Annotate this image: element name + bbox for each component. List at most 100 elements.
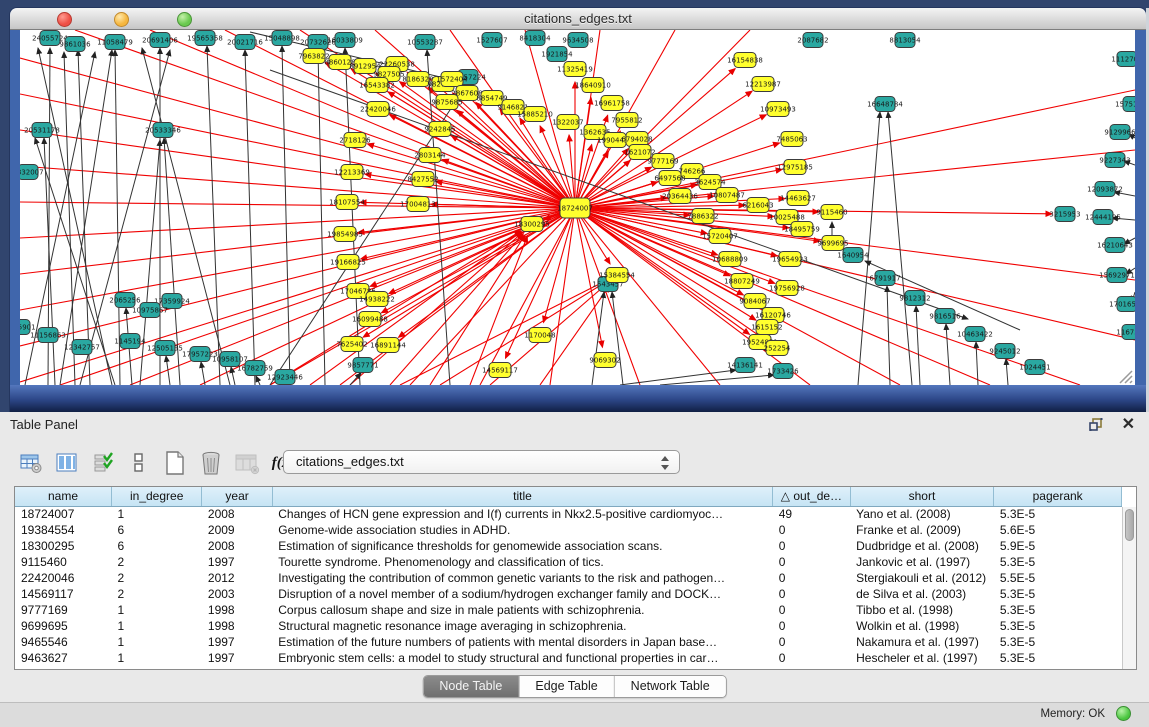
graph-node[interactable]: 11058479 [97,35,133,50]
column-header-title[interactable]: title [272,487,772,506]
graph-node[interactable]: 11325419 [557,62,593,77]
graph-edge[interactable] [115,50,120,385]
graph-edge[interactable] [270,231,521,385]
graph-edge[interactable] [245,50,255,385]
graph-node[interactable]: 8813054 [889,33,921,48]
graph-edge[interactable] [390,115,575,208]
graph-node[interactable]: 17016504 [1109,297,1135,312]
graph-node[interactable]: 1527607 [476,33,507,48]
graph-node[interactable]: 9699695 [817,236,848,251]
graph-edge[interactable] [256,376,260,385]
graph-edge[interactable] [1006,359,1008,385]
table-row[interactable]: 946554611997Estimation of the future num… [15,634,1122,650]
graph-edge[interactable] [480,208,575,385]
table-row[interactable]: 946362711997Embryonic stem cells: a mode… [15,650,1122,666]
graph-node[interactable]: 1167533 [1116,325,1135,340]
graph-node[interactable]: 19565358 [187,31,223,46]
graph-node[interactable]: 14569117 [482,363,518,378]
graph-node[interactable]: 17004813 [400,197,436,212]
graph-node[interactable]: 9242845 [424,122,455,137]
node-table-grid[interactable]: namein_degreeyeartitle△ out_de…shortpage… [15,487,1122,666]
close-panel-icon[interactable]: ✕ [1122,414,1135,434]
memory-status-indicator[interactable] [1116,706,1131,721]
graph-edge[interactable] [270,208,575,385]
graph-edge[interactable] [575,90,1135,208]
graph-node[interactable]: 9245012 [989,344,1020,359]
column-header-in_degree[interactable]: in_degree [111,487,201,506]
graph-node[interactable]: 18107554 [329,195,365,210]
column-header-name[interactable]: name [15,487,111,506]
graph-node[interactable]: 7955812 [611,113,642,128]
graph-node[interactable]: 9875685 [431,95,462,110]
tab-node-table[interactable]: Node Table [423,676,519,697]
graph-node[interactable]: 18724007 [557,198,593,218]
graph-edge[interactable] [946,324,950,385]
graph-node[interactable]: 7886322 [687,209,718,224]
graph-edge[interactable] [20,208,575,346]
graph-node[interactable]: 2718126 [339,133,371,148]
graph-edge[interactable] [887,286,890,385]
graph-node[interactable]: 1921854 [541,47,573,62]
graph-node[interactable]: 12093872 [1087,182,1123,197]
table-row[interactable]: 977716911998Corpus callosum shape and si… [15,602,1122,618]
table-row[interactable]: 969969511998Structural magnetic resonanc… [15,618,1122,634]
column-header-pagerank[interactable]: pagerank [994,487,1122,506]
create-table-icon[interactable] [162,450,188,476]
table-row[interactable]: 1456911722003Disruption of a novel membe… [15,586,1122,602]
graph-node[interactable]: 10688809 [712,252,748,267]
graph-node[interactable]: 20691406 [142,33,178,48]
graph-node[interactable]: 7625402 [336,337,367,352]
graph-node[interactable]: 12342757 [64,340,100,355]
delete-table-icon[interactable] [198,450,224,476]
graph-node[interactable]: 1615152 [751,320,782,335]
show-columns-icon[interactable] [54,450,80,476]
graph-node[interactable]: 8418304 [519,31,551,46]
graph-node[interactable]: 12444195 [1085,210,1121,225]
graph-node[interactable]: 1112704 [1111,52,1135,67]
graph-node[interactable]: 7485063 [776,132,807,147]
canvas-resize-grip[interactable] [1120,371,1132,383]
graph-node[interactable]: 8427552 [407,172,438,187]
graph-node[interactable]: 15751074 [1115,97,1135,112]
graph-node[interactable]: 9084067 [739,294,770,309]
graph-node[interactable]: 10973493 [760,102,796,117]
graph-edge[interactable] [916,306,920,385]
graph-edge[interactable] [20,94,575,208]
graph-node[interactable]: 19854985 [327,227,363,242]
graph-edge[interactable] [612,292,623,385]
table-scrollbar[interactable] [1122,507,1136,669]
graph-node[interactable]: 2065256 [109,293,141,308]
graph-node[interactable]: 9129966 [1104,125,1135,140]
graph-node[interactable]: 12975185 [777,160,813,175]
float-panel-icon[interactable] [1087,416,1105,434]
select-rows-icon[interactable] [90,450,116,476]
graph-node[interactable]: 10463422 [957,327,993,342]
graph-node[interactable]: 1024451 [1019,360,1050,375]
graph-edge[interactable] [78,50,90,385]
table-row[interactable]: 1938455462009Genome-wide association stu… [15,522,1122,538]
graph-node[interactable]: 252254 [764,341,791,356]
table-settings-icon[interactable] [18,450,44,476]
graph-edge[interactable] [20,58,575,208]
graph-edge[interactable] [20,202,575,208]
graph-edge[interactable] [361,208,575,259]
table-row[interactable]: 2242004622012Investigating the contribut… [15,570,1122,586]
tab-edge-table[interactable]: Edge Table [519,676,614,697]
table-row[interactable]: 1872400712008Changes of HCN gene express… [15,506,1122,522]
graph-node[interactable]: 15720407 [702,229,738,244]
graph-node[interactable]: 1832007 [20,165,44,180]
graph-edge[interactable] [440,282,606,385]
tab-network-table[interactable]: Network Table [615,676,726,697]
graph-node[interactable]: 14463627 [780,191,816,206]
column-header-out_de[interactable]: △ out_de… [773,487,850,506]
graph-node[interactable]: 9115460 [816,205,847,220]
graph-edge[interactable] [201,362,205,385]
graph-node[interactable]: 9777169 [647,154,678,169]
graph-node[interactable]: 19654923 [772,252,808,267]
graph-node[interactable]: 6497568 [654,171,685,186]
graph-edge[interactable] [660,375,774,385]
graph-edge[interactable] [20,166,575,208]
graph-node[interactable]: 16961758 [594,96,630,111]
graph-node[interactable]: 12213369 [334,165,370,180]
network-canvas[interactable]: 2405572498610361105847920691406195653582… [20,30,1135,385]
